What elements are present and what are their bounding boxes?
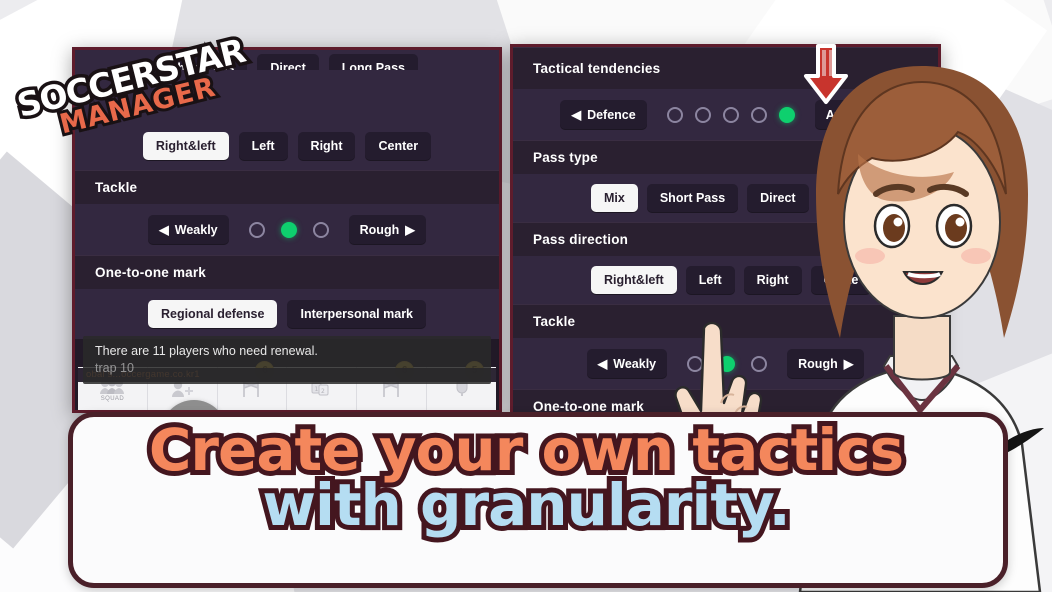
tendency-dot[interactable] bbox=[694, 106, 711, 123]
pass-type-option-mix[interactable]: Mix bbox=[591, 184, 638, 212]
tackle-slider-row: ◀ Weakly Rough ▶ bbox=[75, 204, 499, 255]
tackle-dot-selected[interactable] bbox=[280, 221, 297, 238]
svg-text:2: 2 bbox=[321, 388, 325, 395]
pass-direction-option-left[interactable]: Left bbox=[685, 266, 735, 294]
tackle-decrease-button[interactable]: ◀ Weakly bbox=[586, 349, 668, 378]
tackle-step-dots bbox=[239, 221, 339, 238]
left-arrow-icon: ◀ bbox=[159, 223, 169, 237]
toast-line-1: There are 11 players who need renewal. bbox=[95, 344, 318, 358]
tendency-left-label: Defence bbox=[587, 107, 636, 122]
pass-type-option[interactable]: Direct bbox=[257, 54, 319, 70]
pass-type-option-short-pass[interactable]: Short Pass bbox=[646, 184, 739, 212]
toast-line-2: trap 10 bbox=[95, 360, 134, 375]
tendency-dot[interactable] bbox=[750, 106, 767, 123]
left-arrow-icon: ◀ bbox=[571, 108, 582, 122]
tackle-dot[interactable] bbox=[248, 221, 265, 238]
tendency-dot[interactable] bbox=[722, 106, 739, 123]
svg-text:1: 1 bbox=[314, 386, 318, 393]
tackle-decrease-button[interactable]: ◀ Weakly bbox=[148, 215, 229, 244]
tackle-left-label: Weakly bbox=[613, 356, 657, 371]
tackle-dot[interactable] bbox=[312, 221, 329, 238]
pass-direction-option-left[interactable]: Left bbox=[238, 132, 288, 160]
tackle-right-label: Rough bbox=[359, 222, 400, 237]
one-to-one-option-regional-defense[interactable]: Regional defense bbox=[147, 300, 278, 328]
nav-label-squad: SQUAD bbox=[100, 395, 125, 402]
headline-banner bbox=[68, 412, 1008, 588]
pass-type-option[interactable]: Long Pass bbox=[328, 54, 418, 70]
pass-direction-option-right[interactable]: Right bbox=[297, 132, 356, 160]
left-arrow-icon: ◀ bbox=[597, 357, 608, 371]
tendency-decrease-button[interactable]: ◀ Defence bbox=[560, 100, 647, 129]
pass-direction-options-row: Right&left Left Right Center bbox=[75, 122, 499, 170]
pass-direction-option-center[interactable]: Center bbox=[365, 132, 432, 160]
one-to-one-mark-section-label: One-to-one mark bbox=[75, 255, 499, 289]
tendency-dot[interactable] bbox=[666, 106, 683, 123]
right-arrow-icon: ▶ bbox=[405, 223, 415, 237]
tackle-section-label: Tackle bbox=[75, 170, 499, 204]
one-to-one-mark-options-row: Regional defense Interpersonal mark bbox=[75, 289, 499, 339]
tackle-left-label: Weakly bbox=[174, 222, 218, 237]
pass-direction-option-rightleft[interactable]: Right&left bbox=[142, 132, 229, 160]
tendency-step-dots bbox=[657, 106, 805, 123]
pass-direction-option-rightleft[interactable]: Right&left bbox=[591, 266, 677, 294]
one-to-one-option-interpersonal-mark[interactable]: Interpersonal mark bbox=[287, 300, 427, 328]
renewal-toast: There are 11 players who need renewal. t… bbox=[83, 336, 491, 384]
tackle-increase-button[interactable]: Rough ▶ bbox=[348, 215, 426, 244]
promo-stage: Short Pass Direct Long Pass Right&left L… bbox=[0, 0, 1052, 592]
